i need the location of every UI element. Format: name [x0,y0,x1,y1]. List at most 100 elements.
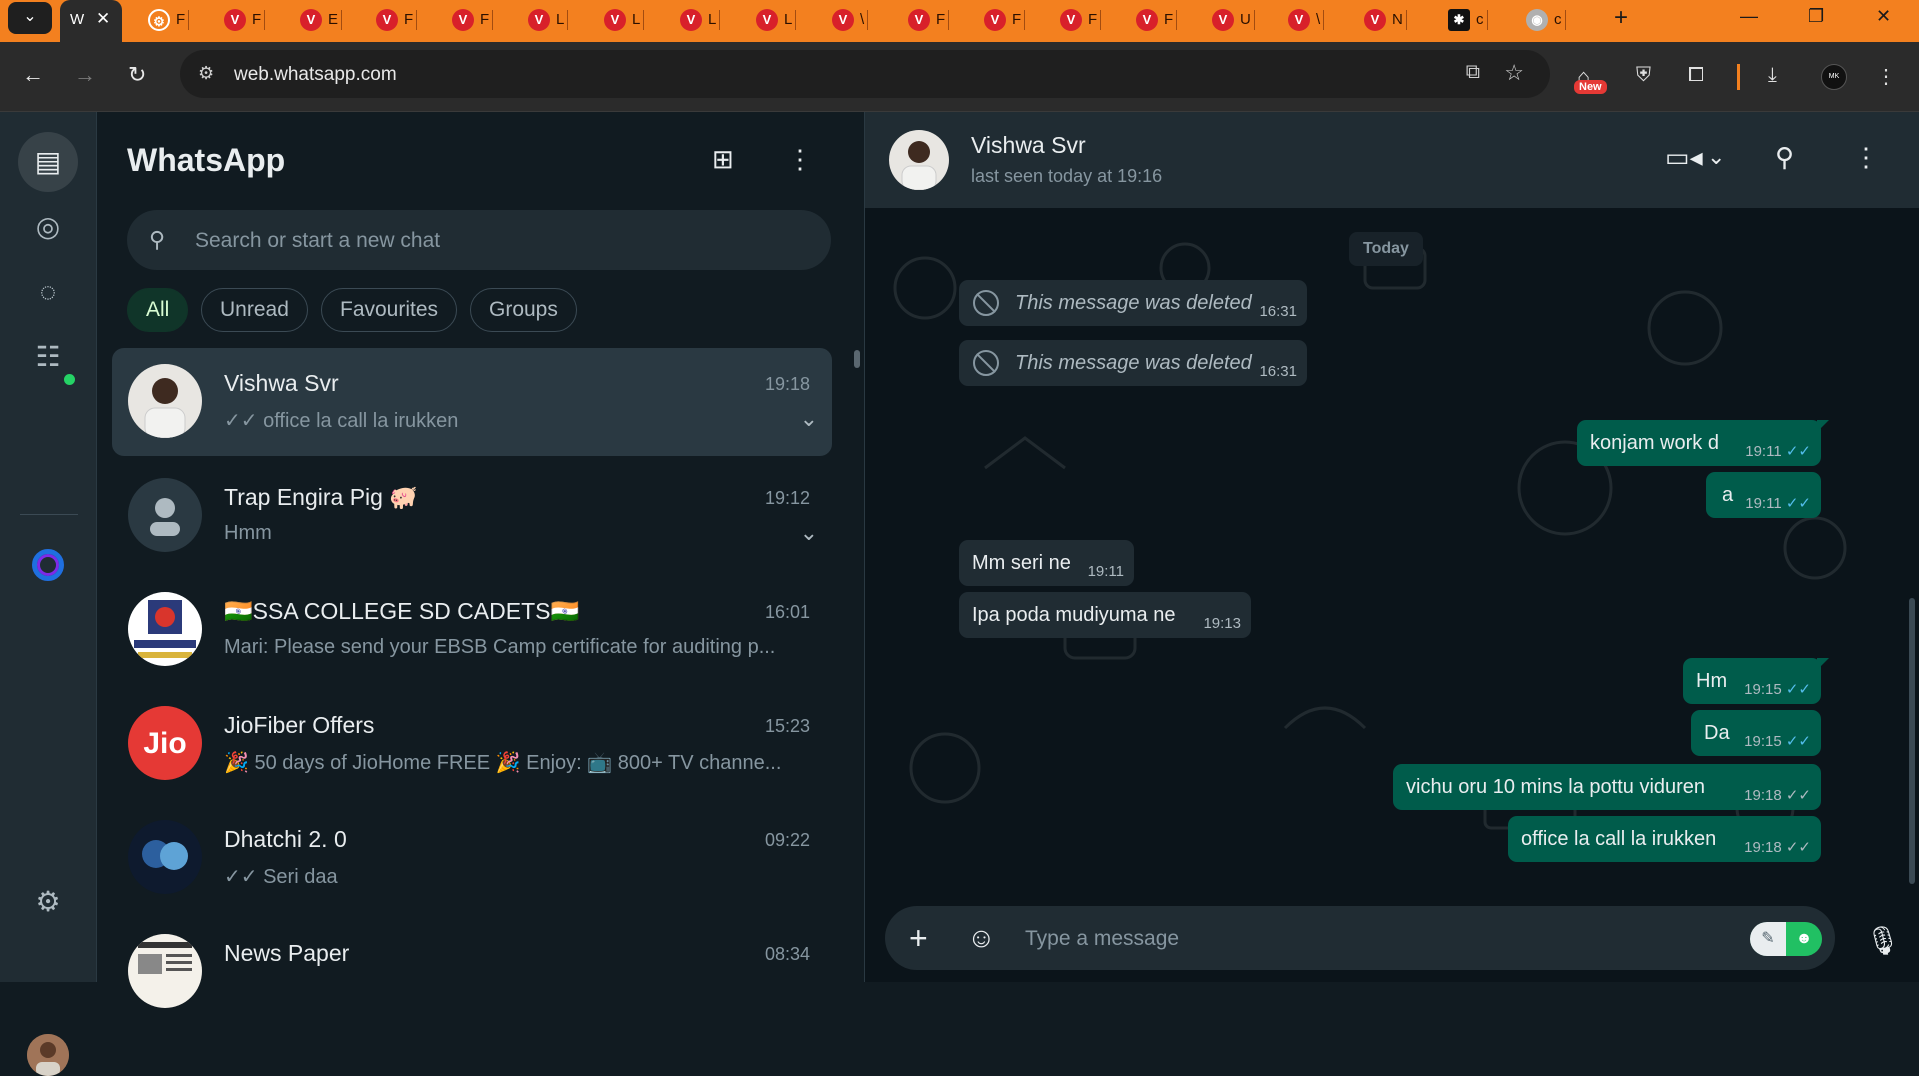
chat-item-newspaper[interactable]: News Paper 08:34 [112,918,832,1026]
browser-tab[interactable]: VE [300,6,343,34]
message-bubble-deleted[interactable]: This message was deleted 16:31 [959,280,1307,326]
status-icon[interactable]: ◎ [18,197,78,257]
browser-tab[interactable]: VF [224,6,266,34]
v-icon: V [1060,9,1082,32]
browser-tab[interactable]: VN [1364,6,1407,34]
chat-list-pane: WhatsApp ⊞ ⋮ ⚲ Search or start a new cha… [97,112,865,1008]
feather-icon: ✎ [1750,922,1786,956]
downloads-icon[interactable]: ⤓ [1768,64,1777,87]
tab-whatsapp[interactable]: W ✕ [60,0,122,42]
browser-tab[interactable]: VL [604,6,645,34]
menu-icon[interactable]: ⋮ [787,144,813,175]
contact-avatar[interactable] [889,130,949,190]
reload-icon[interactable]: ↻ [128,62,146,88]
tab-separator [867,10,869,30]
close-window-icon[interactable]: ✕ [1876,6,1891,27]
search-bar[interactable]: ⚲ Search or start a new chat [127,210,831,270]
video-call-icon[interactable]: ▭◂ [1665,142,1703,173]
communities-icon[interactable]: ☷ [18,327,78,387]
message-bubble-deleted[interactable]: This message was deleted 16:31 [959,340,1307,386]
channels-icon[interactable]: ◌ [18,262,78,322]
sticker-icon[interactable]: ☺ [967,922,996,954]
chevron-down-icon[interactable]: ⌄ [800,520,818,546]
message-text: Ipa poda mudiyuma ne [972,604,1176,626]
v-icon: V [224,9,246,32]
restore-icon[interactable]: ❐ [1808,6,1824,27]
browser-tab[interactable]: VL [528,6,569,34]
browser-tab[interactable]: V \ [832,6,869,34]
chats-icon[interactable]: ▤ [18,132,78,192]
nav-rail: ▤ ◎ ◌ ☷ ⚙ [0,112,97,1076]
ai-toggle[interactable]: ✎ ☻ [1750,922,1822,956]
browser-menu-icon[interactable]: ⋮ [1876,64,1896,89]
settings-icon[interactable]: ⚙ [18,872,78,932]
browser-tab[interactable]: VL [680,6,721,34]
deleted-icon [973,350,999,376]
conversation-header[interactable]: Vishwa Svr last seen today at 19:16 ▭◂ ⌄… [865,112,1919,208]
tab-separator [1024,10,1026,30]
attach-plus-icon[interactable]: + [909,920,928,957]
filter-favourites[interactable]: Favourites [321,288,458,332]
browser-tab[interactable]: VF [984,6,1026,34]
chat-item-jiofiber[interactable]: Jio JioFiber Offers 15:23 🎉 50 days of J… [112,690,832,798]
v-icon: V [1136,9,1158,32]
browser-tab[interactable]: VF [908,6,950,34]
search-input[interactable]: Search or start a new chat [195,229,440,253]
chat-list-scrollbar[interactable] [854,350,860,368]
bookmark-star-icon[interactable]: ☆ [1504,60,1524,86]
message-bubble-in[interactable]: Mm seri ne 19:11 [959,540,1134,586]
message-bubble-out[interactable]: Da 19:15 ✓✓ [1691,710,1821,756]
message-bubble-out[interactable]: Hm 19:15 ✓✓ [1683,658,1821,704]
filter-unread[interactable]: Unread [201,288,308,332]
profile-avatar[interactable] [27,1034,69,1076]
message-bubble-out[interactable]: konjam work d 19:11 ✓✓ [1577,420,1821,466]
browser-tab[interactable]: ✱ c [1448,6,1488,34]
install-app-icon[interactable]: ⧉ [1466,61,1480,84]
chat-item-ssa[interactable]: 🇮🇳SSA COLLEGE SD CADETS🇮🇳 16:01 Mari: Pl… [112,576,832,684]
message-bubble-out[interactable]: office la call la irukken 19:18 ✓✓ [1508,816,1821,862]
message-bubble-out[interactable]: vichu oru 10 mins la pottu viduren 19:18… [1393,764,1821,810]
conversation-scrollbar[interactable] [1909,598,1915,884]
rail-divider [20,514,78,515]
new-chat-icon[interactable]: ⊞ [712,144,734,175]
message-input[interactable]: Type a message [1025,927,1179,951]
browser-tab[interactable]: VF [452,6,494,34]
chevron-down-icon[interactable]: ⌄ [800,406,818,432]
meta-ai-icon[interactable] [32,549,64,581]
tab-search-dropdown[interactable]: ⌄ [8,2,52,34]
filter-groups[interactable]: Groups [470,288,577,332]
browser-tab-bar: ⌄ W ✕ ⚙ F V F V E V F V F V L V L V L V L V \ V F V F V F V F V U V \ V N… [0,0,1919,42]
filter-all[interactable]: All [127,288,189,332]
chevron-down-icon[interactable]: ⌄ [1707,144,1725,170]
browser-tab[interactable]: VF [1060,6,1102,34]
browser-tab[interactable]: V \ [1288,6,1325,34]
message-input-box[interactable]: + ☺ Type a message ✎ ☻ [885,906,1835,970]
browser-tab[interactable]: VF [376,6,418,34]
message-bubble-out[interactable]: a 19:11 ✓✓ [1706,472,1821,518]
microphone-icon[interactable]: 🎙 [1865,924,1901,957]
back-icon[interactable]: ← [22,62,44,88]
close-tab-icon[interactable]: ✕ [96,9,110,29]
chat-item-vishwa[interactable]: Vishwa Svr 19:18 ✓✓ office la call la ir… [112,348,832,456]
browser-tab[interactable]: VU [1212,6,1255,34]
extensions-puzzle-icon[interactable]: ⧠ [1688,64,1704,87]
browser-tab[interactable]: ⚙ F [148,6,190,34]
browser-tab[interactable]: VL [756,6,797,34]
tab-separator [264,10,266,30]
new-tab-button[interactable]: + [1614,4,1628,32]
browser-profile-avatar[interactable]: MK [1821,64,1847,90]
minimize-icon[interactable]: — [1740,6,1758,27]
browser-tab[interactable]: VF [1136,6,1178,34]
chat-item-dhatchi[interactable]: Dhatchi 2. 0 09:22 ✓✓ Seri daa [112,804,832,912]
message-bubble-in[interactable]: Ipa poda mudiyuma ne 19:13 [959,592,1251,638]
shield-extension-icon[interactable]: ⛨ [1636,64,1651,87]
browser-tab[interactable]: ◉ c [1526,6,1566,34]
menu-icon[interactable]: ⋮ [1853,142,1879,173]
site-settings-icon[interactable]: ⚙ [198,63,214,84]
tab-separator [643,10,645,30]
forward-icon[interactable]: → [74,62,96,88]
message-text: vichu oru 10 mins la pottu viduren [1406,776,1706,798]
search-icon[interactable]: ⚲ [1775,142,1794,173]
address-bar[interactable]: ⚙ web.whatsapp.com ⧉ ☆ [180,50,1550,98]
chat-item-trap[interactable]: Trap Engira Pig 🐖 19:12 Hmm ⌄ [112,462,832,570]
